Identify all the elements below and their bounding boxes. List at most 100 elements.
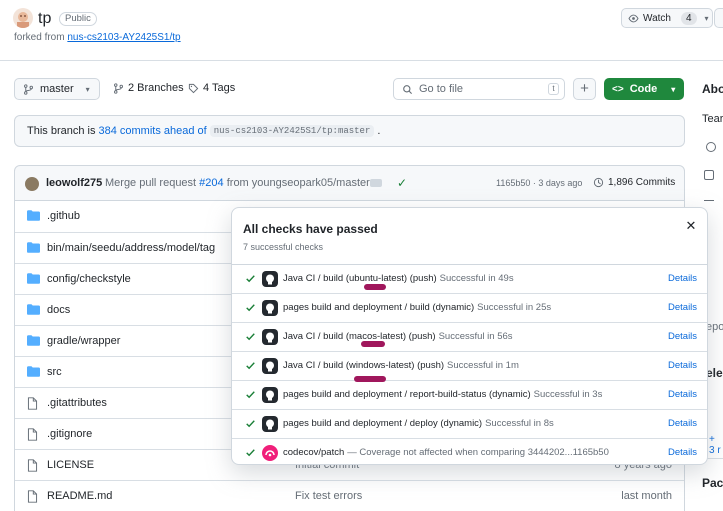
file-icon [27, 397, 38, 410]
commit-message-suffix: from youngseopark05/master [226, 177, 370, 189]
commits-ahead-link[interactable]: 384 commits ahead of [98, 125, 206, 137]
check-row[interactable]: pages build and deployment / build (dyna… [232, 293, 707, 322]
details-link[interactable]: Details [668, 360, 697, 371]
check-status: Successful in 49s [439, 273, 514, 284]
tags-label: 4 Tags [203, 82, 236, 94]
visibility-badge: Public [59, 12, 97, 26]
details-link[interactable]: Details [668, 389, 697, 400]
check-row[interactable]: codecov/patch — Coverage not affected whe… [232, 438, 707, 467]
fork-button[interactable] [714, 8, 723, 28]
check-title: pages build and deployment / report-buil… [283, 389, 531, 400]
file-name[interactable]: README.md [47, 490, 112, 502]
file-name[interactable]: .gitattributes [47, 397, 107, 409]
check-status: Successful in 56s [438, 331, 513, 342]
check-name: pages build and deployment / report-buil… [283, 389, 602, 400]
header-divider [0, 60, 723, 61]
file-icon [27, 490, 38, 503]
details-link[interactable]: Details [668, 302, 697, 313]
more-releases-link[interactable]: + 3 r [709, 434, 723, 456]
plus-icon: + [580, 80, 589, 97]
check-title: Java CI / build (macos-latest) (push) [283, 331, 436, 342]
check-row[interactable]: pages build and deployment / report-buil… [232, 380, 707, 409]
forked-from-link[interactable]: nus-cs2103-AY2425S1/tp [67, 32, 180, 43]
chevron-down-icon: ▾ [85, 84, 90, 94]
branch-selector[interactable]: master ▾ [14, 78, 100, 100]
check-title: Java CI / build (windows-latest) (push) [283, 360, 445, 371]
check-status: Successful in 25s [477, 302, 552, 313]
file-name[interactable]: .gitignore [47, 428, 92, 440]
folder-icon [27, 242, 40, 253]
check-name: codecov/patch — Coverage not affected whe… [283, 447, 609, 458]
file-name[interactable]: .github [47, 210, 80, 222]
repo-name[interactable]: tp [38, 10, 51, 28]
details-link[interactable]: Details [668, 447, 697, 458]
folder-icon [27, 366, 40, 377]
upstream-ref[interactable]: nus-cs2103-AY2425S1/tp:master [209, 125, 375, 137]
code-icon: <> [612, 83, 624, 95]
chevron-down-icon: ▾ [704, 13, 709, 23]
file-name[interactable]: src [47, 366, 62, 378]
branches-link[interactable]: 2 Branches [113, 82, 184, 94]
file-name[interactable]: gradle/wrapper [47, 335, 120, 347]
commit-meta[interactable]: 1165b50 · 3 days ago [496, 178, 582, 188]
watch-count: 4 [680, 11, 697, 25]
file-commit-message[interactable]: Fix test errors [295, 490, 362, 502]
github-actions-icon [262, 416, 278, 432]
code-button[interactable]: <> Code ▾ [604, 78, 684, 100]
file-name[interactable]: docs [47, 304, 70, 316]
search-icon [403, 84, 413, 94]
check-status: Successful in 3s [533, 389, 603, 400]
checks-popover: All checks have passed 7 successful chec… [231, 207, 708, 465]
go-to-file-input[interactable]: Go to file t [393, 78, 565, 100]
folder-icon [27, 335, 40, 346]
check-icon[interactable]: ✓ [397, 176, 407, 190]
commit-message[interactable]: Merge pull request #204 from youngseopar… [105, 177, 370, 189]
commit-author[interactable]: leowolf275 [46, 177, 102, 189]
commit-history-link[interactable]: 1,896 Commits [593, 177, 675, 188]
github-actions-icon [262, 271, 278, 287]
branch-name: master [40, 83, 74, 95]
check-row[interactable]: Java CI / build (ubuntu-latest) (push) Su… [232, 264, 707, 293]
commit-count: 1,896 Commits [608, 177, 676, 188]
check-status: Successful in 8s [485, 418, 554, 429]
file-commit-date: last month [621, 490, 672, 502]
folder-icon [27, 304, 40, 315]
file-row[interactable]: README.md Fix test errors last month [15, 480, 684, 511]
packages-heading: Pack [702, 476, 723, 490]
link-icon[interactable] [706, 142, 716, 152]
forked-from: forked from nus-cs2103-AY2425S1/tp [14, 32, 181, 43]
check-name: pages build and deployment / deploy (dyn… [283, 418, 554, 429]
expand-commit-icon[interactable] [370, 179, 382, 187]
file-name[interactable]: LICENSE [47, 459, 94, 471]
repo-owner-avatar[interactable] [13, 8, 33, 28]
check-row[interactable]: Java CI / build (macos-latest) (push) Suc… [232, 322, 707, 351]
check-icon [245, 389, 256, 400]
highlight-mark [361, 341, 385, 347]
about-description: Tear [702, 113, 723, 125]
pull-request-link[interactable]: #204 [199, 177, 223, 189]
check-row[interactable]: pages build and deployment / deploy (dyn… [232, 409, 707, 438]
avatar[interactable] [25, 177, 39, 191]
history-icon [593, 177, 604, 188]
latest-commit-bar: leowolf275 Merge pull request #204 from … [14, 165, 685, 201]
readme-icon[interactable] [704, 170, 714, 180]
tag-icon [188, 83, 199, 93]
watch-button[interactable]: Watch 4 ▾ [621, 8, 713, 28]
watch-label: Watch [643, 12, 671, 24]
checks-title: All checks have passed [243, 222, 378, 236]
details-link[interactable]: Details [668, 418, 697, 429]
forked-from-prefix: forked from [14, 32, 65, 43]
details-link[interactable]: Details [668, 273, 697, 284]
check-name: pages build and deployment / build (dyna… [283, 302, 551, 313]
check-name: Java CI / build (windows-latest) (push) S… [283, 360, 519, 371]
check-row[interactable]: Java CI / build (windows-latest) (push) S… [232, 351, 707, 380]
close-icon[interactable]: ✕ [685, 219, 697, 232]
file-name[interactable]: config/checkstyle [47, 273, 131, 285]
details-link[interactable]: Details [668, 331, 697, 342]
add-file-button[interactable]: + [573, 78, 596, 100]
highlight-mark [354, 376, 386, 382]
license-icon[interactable] [704, 193, 714, 201]
file-name[interactable]: bin/main/seedu/address/model/tag [47, 242, 215, 254]
check-status: Successful in 1m [447, 360, 519, 371]
tags-link[interactable]: 4 Tags [188, 82, 235, 94]
